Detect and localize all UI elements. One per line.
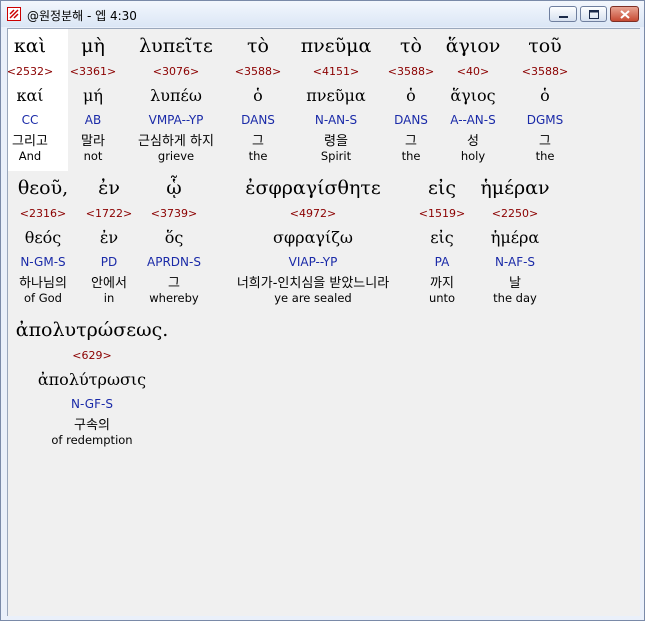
window-title: @원정분해 - 엡 4:30 [27,9,137,23]
korean-gloss: 구속의 [74,418,110,433]
strong-number: <629> [72,349,112,362]
english-gloss: of redemption [51,433,133,447]
interlinear-view: καὶ <2532> καί CC 그리고 And μὴ <3361> μή A… [7,28,640,616]
parsing-code: N-GF-S [71,397,113,411]
greek-word: τοῦ [528,35,562,57]
maximize-icon [589,10,599,19]
maximize-button[interactable] [580,6,607,22]
close-icon [620,10,630,19]
parsing-code: N-AF-S [494,255,536,269]
title-bar[interactable]: @원정분해 - 엡 4:30 [1,1,644,27]
minimize-button[interactable] [549,6,577,22]
app-window: @원정분해 - 엡 4:30 καὶ <2532> καί CC 그리고 And… [0,0,645,621]
greek-word: ἡμέραν [480,177,550,199]
lemma: ἀπολύτρωσις [37,370,147,389]
english-gloss: the day [493,291,537,305]
korean-gloss: 날 [509,276,521,291]
strong-number: <3588> [521,65,569,78]
lemma: ἡμέρα [490,228,540,247]
parsing-code: DGMS [526,113,564,127]
lemma: ὁ [540,86,550,105]
english-gloss: the [535,149,555,163]
korean-gloss: 그 [539,134,551,149]
greek-word: ἀπολυτρώσεως. [15,319,169,341]
close-button[interactable] [610,6,639,22]
minimize-icon [559,16,568,18]
strong-number: <2250> [491,207,539,220]
app-icon [7,7,21,21]
